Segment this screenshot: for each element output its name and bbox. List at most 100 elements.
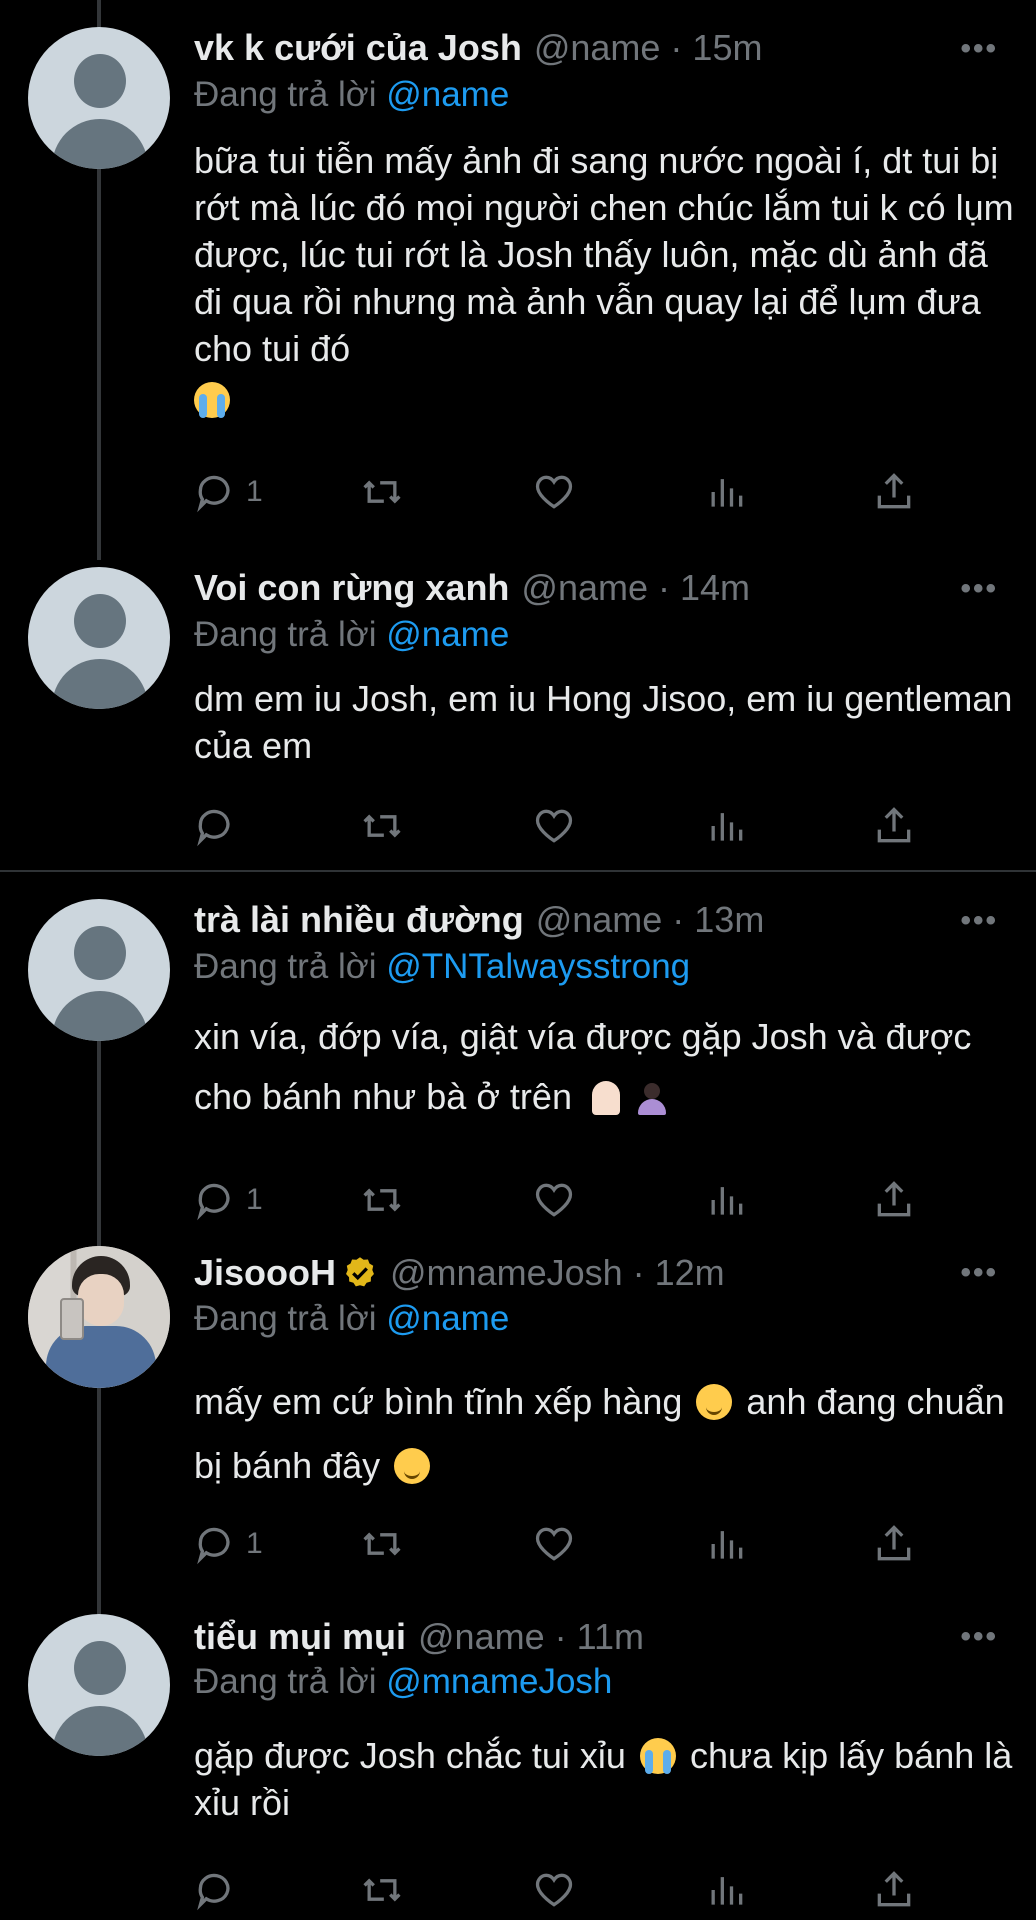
reply-icon bbox=[197, 1527, 230, 1565]
mention-link[interactable]: @mnameJosh bbox=[386, 1662, 612, 1701]
retweet-icon bbox=[363, 1532, 401, 1556]
tweet-text-body: mấy em cứ bình tĩnh xếp hàng bbox=[194, 1381, 683, 1422]
relieved-face-emoji bbox=[394, 1448, 431, 1484]
tweet-text: bữa tui tiễn mấy ảnh đi sang nước ngoài … bbox=[194, 137, 1014, 423]
heart-icon bbox=[535, 475, 573, 509]
share-button[interactable] bbox=[872, 1866, 916, 1914]
avatar[interactable] bbox=[28, 27, 170, 169]
action-bar: 1 bbox=[194, 468, 934, 516]
person-emoji bbox=[634, 1079, 670, 1115]
retweet-icon bbox=[363, 1878, 401, 1902]
tweet-text-body: dm em iu Josh, em iu Hong Jisoo, em iu g… bbox=[194, 678, 1013, 766]
handle-time: @mnameJosh · 12m bbox=[390, 1252, 725, 1293]
mention-link[interactable]: @TNTalwaysstrong bbox=[386, 947, 690, 986]
avatar[interactable] bbox=[28, 1614, 170, 1756]
like-button[interactable] bbox=[532, 802, 576, 850]
share-icon bbox=[877, 807, 911, 843]
reply-count: 1 bbox=[246, 1183, 263, 1216]
views-button[interactable] bbox=[704, 1176, 748, 1224]
share-icon bbox=[877, 1871, 911, 1907]
more-icon[interactable]: ••• bbox=[960, 32, 998, 66]
more-icon[interactable]: ••• bbox=[960, 572, 998, 606]
share-button[interactable] bbox=[872, 1176, 916, 1224]
avatar[interactable] bbox=[28, 567, 170, 709]
avatar[interactable] bbox=[28, 1246, 170, 1388]
replying-prefix: Đang trả lời bbox=[194, 1299, 377, 1338]
retweet-button[interactable] bbox=[360, 1520, 404, 1568]
handle-time: @name · 11m bbox=[418, 1616, 644, 1657]
handle-time: @name · 15m bbox=[533, 27, 763, 68]
display-name[interactable]: vk k cưới của Josh bbox=[194, 27, 522, 69]
reply-button[interactable] bbox=[194, 1866, 246, 1914]
analytics-icon bbox=[711, 479, 743, 507]
retweet-icon bbox=[363, 1188, 401, 1212]
action-bar bbox=[194, 1866, 934, 1914]
views-button[interactable] bbox=[704, 1520, 748, 1568]
reply-button[interactable]: 1 bbox=[194, 1520, 263, 1568]
views-button[interactable] bbox=[704, 802, 748, 850]
share-button[interactable] bbox=[872, 802, 916, 850]
like-button[interactable] bbox=[532, 1176, 576, 1224]
reply-count: 1 bbox=[246, 1527, 263, 1560]
mention-link[interactable]: @name bbox=[386, 75, 509, 114]
avatar[interactable] bbox=[28, 899, 170, 1041]
replying-prefix: Đang trả lời bbox=[194, 947, 377, 986]
action-bar: 1 bbox=[194, 1176, 934, 1224]
tweet-text-body: xin vía, đớp vía, giật vía được gặp Josh… bbox=[194, 1016, 972, 1117]
analytics-icon bbox=[711, 1531, 743, 1559]
tweet[interactable]: JisoooH @mnameJosh · 12m ••• Đang trả lờ… bbox=[0, 1226, 1036, 1586]
replying-to: Đang trả lời @name bbox=[194, 615, 509, 655]
tweet[interactable]: tiểu mụi mụi @name · 11m ••• Đang trả lờ… bbox=[0, 1592, 1036, 1920]
heart-icon bbox=[535, 809, 573, 843]
verified-badge-icon[interactable] bbox=[342, 1255, 378, 1291]
more-icon[interactable]: ••• bbox=[960, 1620, 998, 1654]
reply-button[interactable] bbox=[194, 802, 246, 850]
display-name[interactable]: Voi con rừng xanh bbox=[194, 567, 509, 609]
display-name[interactable]: tiểu mụi mụi bbox=[194, 1616, 406, 1658]
reply-count: 1 bbox=[246, 475, 263, 508]
reply-icon bbox=[197, 1183, 230, 1221]
share-button[interactable] bbox=[872, 468, 916, 516]
tweet-text-body: bữa tui tiễn mấy ảnh đi sang nước ngoài … bbox=[194, 140, 1014, 369]
like-button[interactable] bbox=[532, 468, 576, 516]
tweet[interactable]: vk k cưới của Josh @name · 15m ••• Đang … bbox=[0, 0, 1036, 540]
analytics-icon bbox=[711, 813, 743, 841]
share-icon bbox=[877, 473, 911, 509]
mention-link[interactable]: @name bbox=[386, 1299, 509, 1338]
analytics-icon bbox=[711, 1187, 743, 1215]
more-icon[interactable]: ••• bbox=[960, 1256, 998, 1290]
analytics-icon bbox=[711, 1877, 743, 1905]
display-name[interactable]: JisoooH bbox=[194, 1252, 336, 1294]
tweet[interactable]: Voi con rừng xanh @name · 14m ••• Đang t… bbox=[0, 540, 1036, 870]
reply-button[interactable]: 1 bbox=[194, 1176, 263, 1224]
views-button[interactable] bbox=[704, 1866, 748, 1914]
more-icon[interactable]: ••• bbox=[960, 904, 998, 938]
tweet-header: trà lài nhiều đường @name · 13m bbox=[194, 897, 764, 943]
views-button[interactable] bbox=[704, 468, 748, 516]
reply-button[interactable]: 1 bbox=[194, 468, 263, 516]
retweet-button[interactable] bbox=[360, 1866, 404, 1914]
display-name[interactable]: trà lài nhiều đường bbox=[194, 899, 524, 941]
share-button[interactable] bbox=[872, 1520, 916, 1568]
reply-icon bbox=[197, 809, 230, 847]
action-bar: 1 bbox=[194, 1520, 934, 1568]
heart-icon bbox=[535, 1873, 573, 1907]
handle-time: @name · 13m bbox=[535, 899, 765, 940]
heart-icon bbox=[535, 1527, 573, 1561]
replying-to: Đang trả lời @name bbox=[194, 1299, 509, 1339]
replying-to: Đang trả lời @name bbox=[194, 75, 509, 115]
tweet[interactable]: trà lài nhiều đường @name · 13m ••• Đang… bbox=[0, 872, 1036, 1240]
tweet-header: JisoooH @mnameJosh · 12m bbox=[194, 1250, 725, 1296]
retweet-button[interactable] bbox=[360, 802, 404, 850]
like-button[interactable] bbox=[532, 1520, 576, 1568]
tweet-header: tiểu mụi mụi @name · 11m bbox=[194, 1614, 644, 1660]
replying-prefix: Đang trả lời bbox=[194, 615, 377, 654]
loudly-crying-face-emoji bbox=[639, 1738, 676, 1774]
like-button[interactable] bbox=[532, 1866, 576, 1914]
mention-link[interactable]: @name bbox=[386, 615, 509, 654]
replying-to: Đang trả lời @TNTalwaysstrong bbox=[194, 947, 690, 987]
retweet-icon bbox=[363, 480, 401, 504]
retweet-button[interactable] bbox=[360, 1176, 404, 1224]
retweet-button[interactable] bbox=[360, 468, 404, 516]
loudly-crying-face-emoji bbox=[194, 382, 230, 418]
